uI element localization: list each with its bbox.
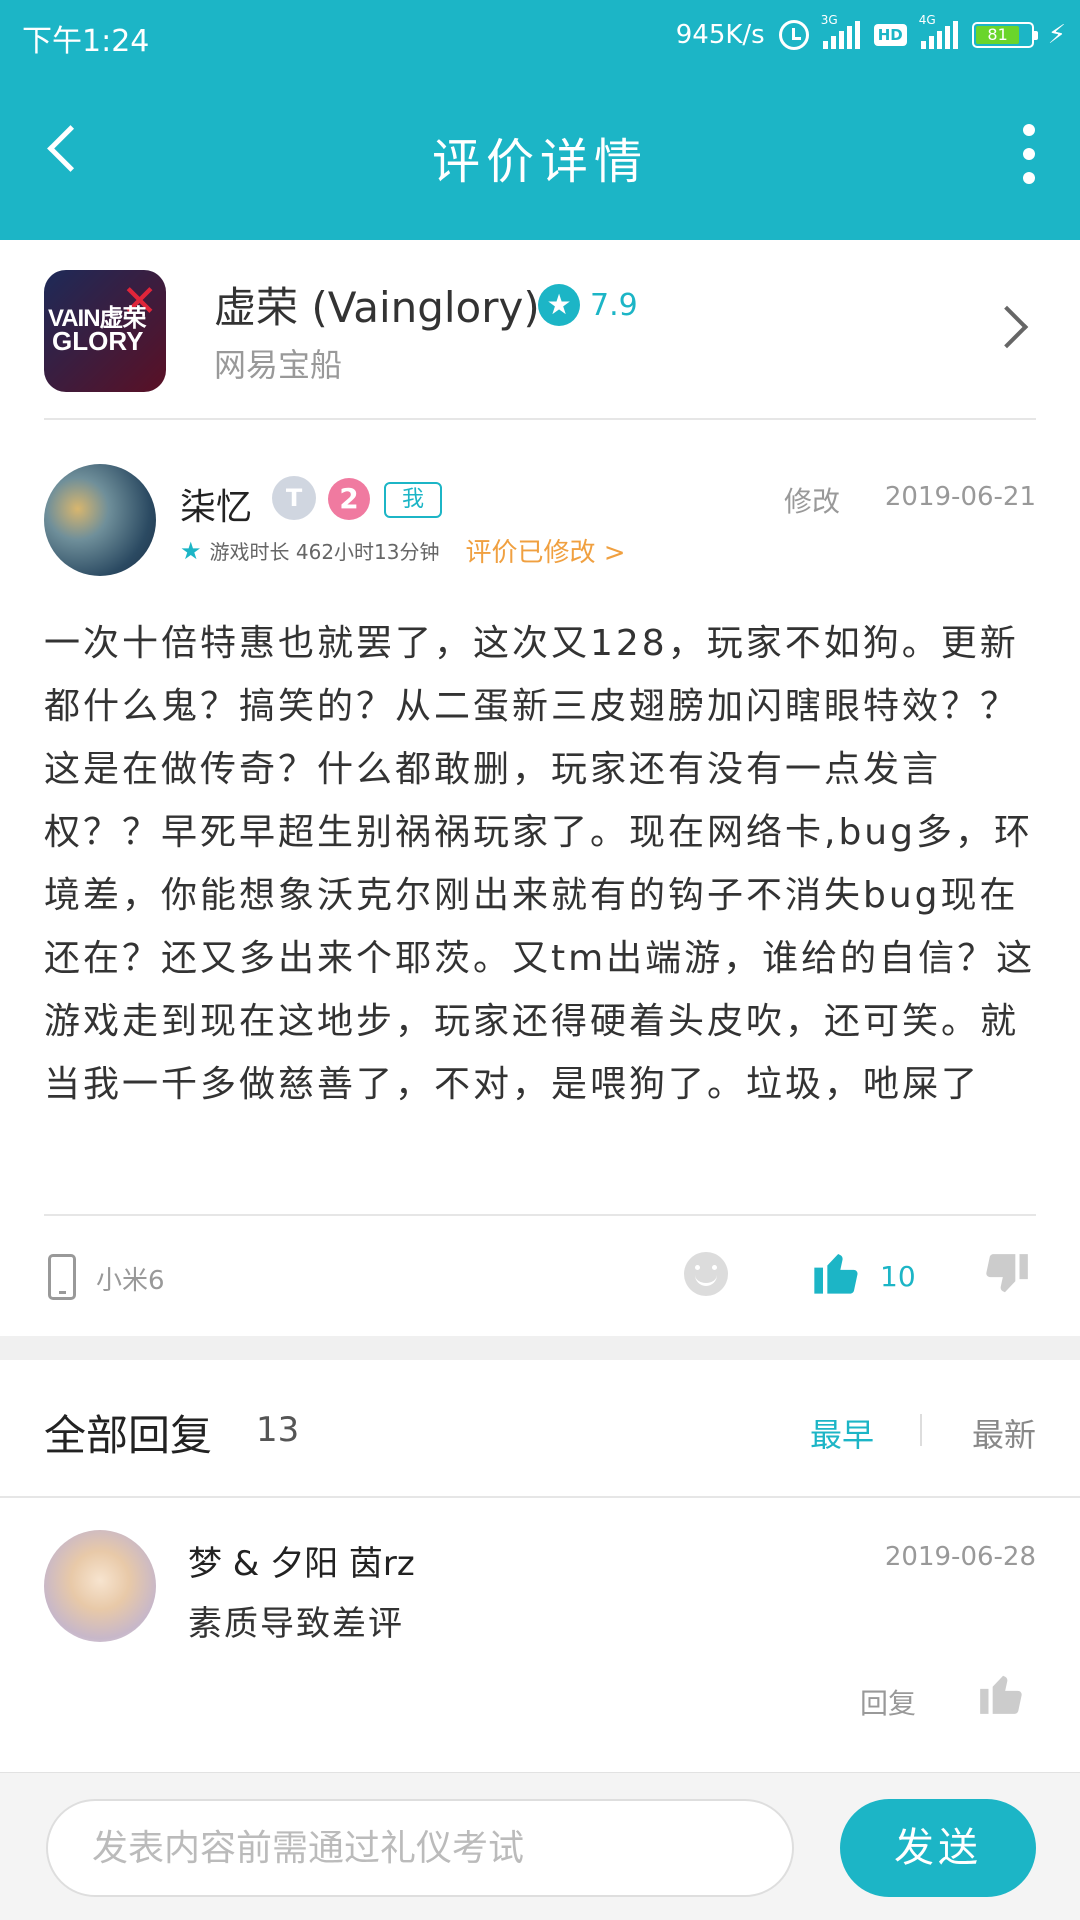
more-dot (1023, 172, 1035, 184)
review-action-row: 小米6 10 (44, 1240, 1036, 1320)
sort-earliest-tab[interactable]: 最早 (810, 1410, 874, 1456)
game-icon-line2: GLORY (52, 326, 144, 356)
reply-button[interactable]: 回复 (860, 1682, 916, 1722)
star-icon: ★ (180, 536, 202, 565)
signal-4g-icon: 4G (919, 13, 958, 49)
more-options-button[interactable] (1014, 124, 1044, 184)
comment-input[interactable] (46, 1799, 794, 1897)
review-modified-link[interactable]: 评价已修改 > (466, 532, 626, 569)
game-info-row[interactable]: ✕ VAIN虚荣 GLORY 虚荣 (Vainglory) ★ 7.9 网易宝船 (44, 268, 1036, 418)
game-icon: ✕ VAIN虚荣 GLORY (44, 270, 166, 392)
replies-header: 全部回复 13 最早 最新 (44, 1396, 1036, 1466)
like-count: 10 (880, 1260, 916, 1293)
thumbs-up-icon[interactable] (810, 1246, 862, 1298)
section-separator (0, 1336, 1080, 1360)
network-speed: 945K/s (675, 20, 765, 50)
emoji-icon[interactable] (684, 1252, 728, 1296)
game-publisher: 网易宝船 (214, 346, 343, 384)
sort-latest-tab[interactable]: 最新 (972, 1410, 1036, 1456)
device-name: 小米6 (96, 1266, 165, 1296)
play-time: 游戏时长 462小时13分钟 (209, 540, 440, 564)
thumbs-down-icon[interactable] (982, 1250, 1032, 1300)
number-badge: 2 (328, 478, 370, 520)
more-dot (1023, 148, 1035, 160)
battery-icon: 81 (971, 22, 1038, 48)
level-badge: T (272, 476, 316, 520)
divider (44, 1214, 1036, 1216)
edit-review-link[interactable]: 修改 (784, 480, 840, 520)
status-time: 下午1:24 (22, 24, 150, 59)
send-button[interactable]: 发送 (840, 1799, 1036, 1897)
status-icons: 945K/s 3G HD 4G 81 ⚡ (675, 13, 1066, 56)
page-title: 评价详情 (431, 134, 648, 190)
more-dot (1023, 124, 1035, 136)
review-content: 一次十倍特惠也就罢了，这次又128，玩家不如狗。更新都什么鬼？搞笑的？从二蛋新三… (44, 623, 1036, 1105)
divider (44, 418, 1036, 420)
reply-username[interactable]: 梦 & 夕阳 茵rz (188, 1536, 415, 1585)
reply-text: 素质导致差评 (188, 1604, 404, 1644)
rating-value: 7.9 (590, 287, 638, 323)
charging-icon: ⚡ (1047, 20, 1066, 50)
replies-count: 13 (256, 1410, 300, 1450)
compose-bar: 发送 (0, 1772, 1080, 1920)
avatar[interactable] (44, 464, 156, 576)
status-bar: 下午1:24 945K/s 3G HD 4G 81 ⚡ (0, 0, 1080, 72)
phone-icon (48, 1254, 76, 1300)
avatar[interactable] (44, 1530, 156, 1642)
review-header: 柒忆 T 2 我 修改 2019-06-21 ★ 游戏时长 462小时13分钟 … (44, 464, 1036, 584)
thumbs-up-icon[interactable] (976, 1668, 1026, 1718)
replies-title: 全部回复 (44, 1411, 213, 1460)
me-badge: 我 (384, 482, 442, 518)
review-date: 2019-06-21 (884, 482, 1036, 512)
review-username[interactable]: 柒忆 (180, 478, 252, 530)
signal-3g-icon: 3G (821, 13, 860, 49)
game-name: 虚荣 (Vainglory) (214, 283, 540, 332)
game-rating: ★ 7.9 (538, 284, 638, 326)
reply-item: 梦 & 夕阳 茵rz 2019-06-28 素质导致差评 回复 (44, 1530, 1036, 1770)
battery-level: 81 (975, 26, 1020, 44)
sort-divider (920, 1414, 922, 1446)
app-header: 评价详情 (0, 72, 1080, 240)
hd-icon: HD (873, 24, 907, 46)
divider (0, 1496, 1080, 1498)
reply-date: 2019-06-28 (884, 1542, 1036, 1572)
play-time-row: ★ 游戏时长 462小时13分钟 评价已修改 > (180, 532, 626, 569)
star-icon: ★ (538, 284, 580, 326)
chevron-right-icon (985, 305, 1029, 349)
alarm-icon (778, 20, 809, 50)
